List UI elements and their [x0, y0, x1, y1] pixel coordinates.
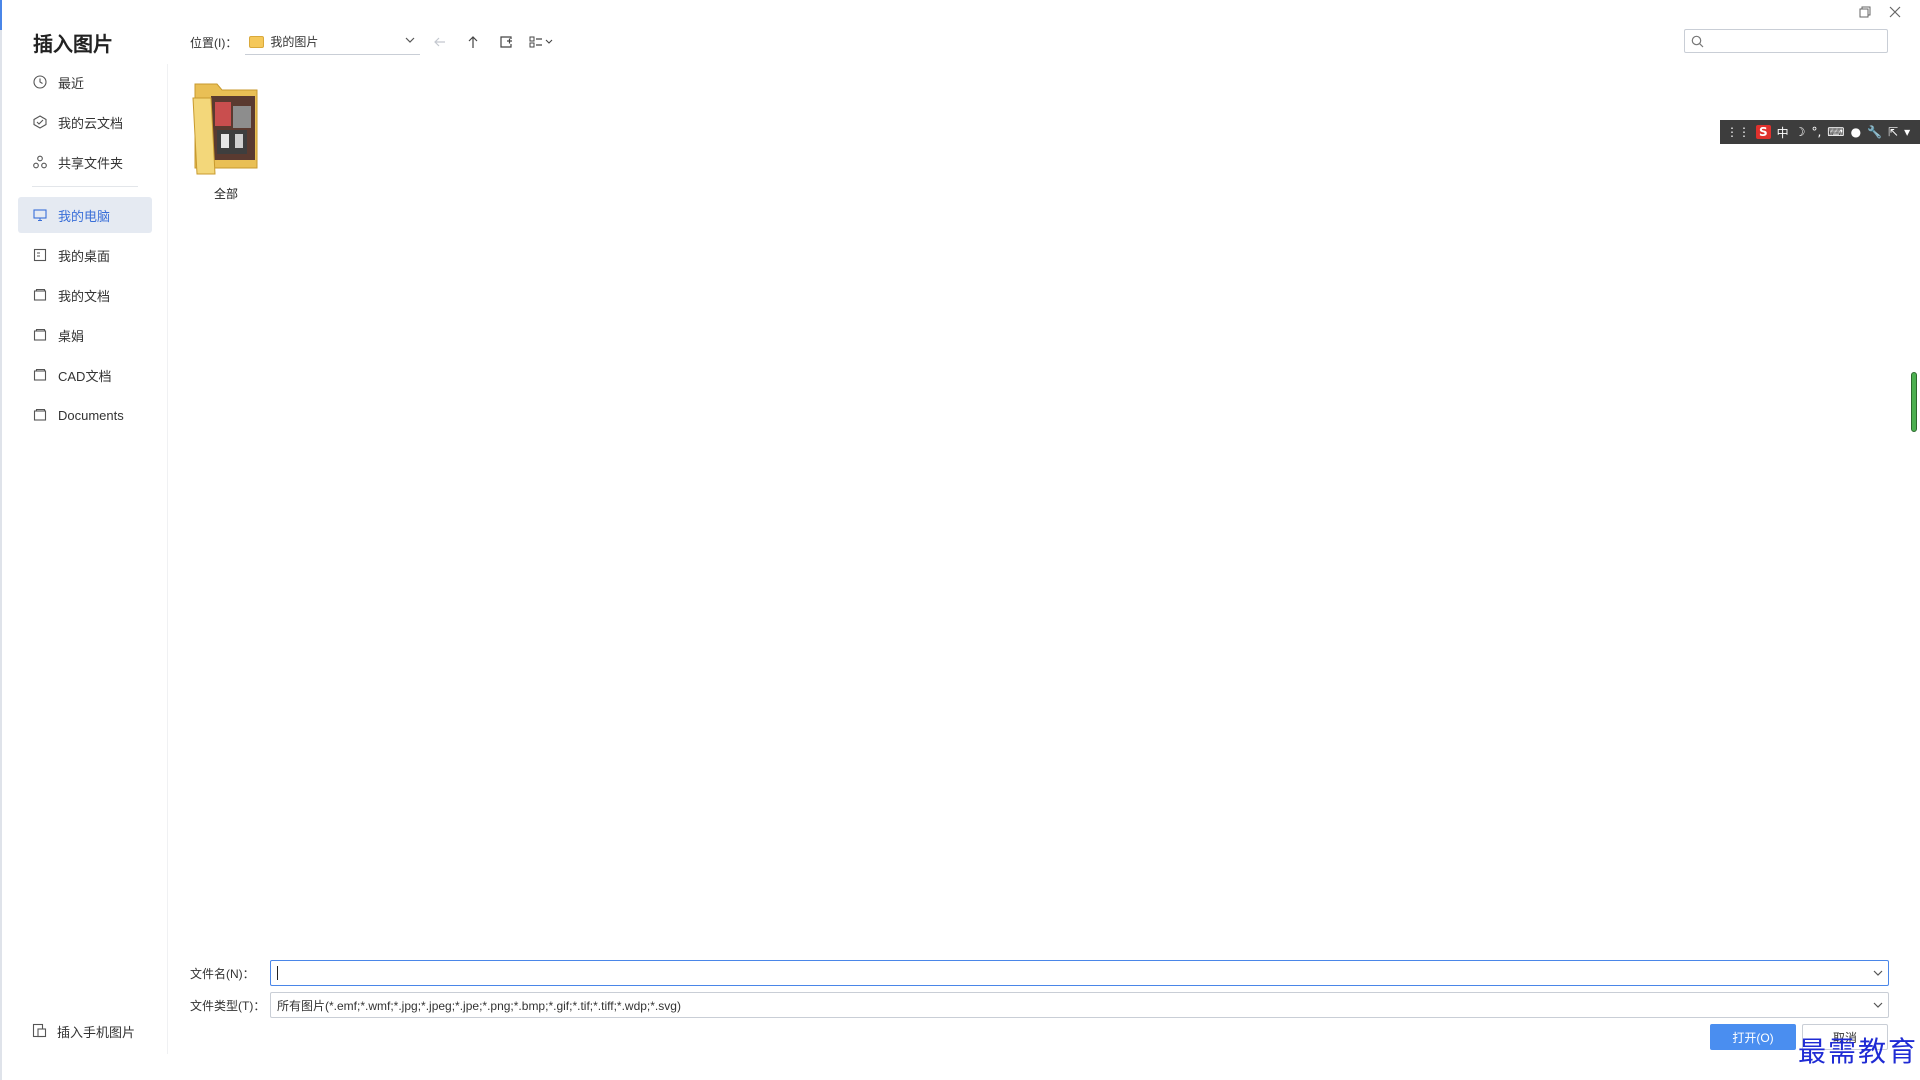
filetype-value: 所有图片(*.emf;*.wmf;*.jpg;*.jpeg;*.jpe;*.pn… — [277, 998, 681, 1013]
restore-button[interactable] — [1850, 2, 1880, 22]
filename-row: 文件名(N)： — [190, 960, 1889, 986]
menu-icon[interactable]: ▾ — [1904, 125, 1910, 139]
photo-folder-icon — [192, 83, 258, 175]
sidebar-item-label: 共享文件夹 — [58, 155, 124, 171]
sidebar-item-documents[interactable]: Documents — [18, 397, 152, 433]
folder-icon — [32, 407, 48, 423]
window-controls — [1850, 2, 1910, 22]
sidebar-item-cad-docs[interactable]: CAD文档 — [18, 357, 152, 393]
folder-name: 全部 — [213, 187, 238, 201]
restore-icon — [1859, 6, 1871, 18]
monitor-icon — [32, 207, 48, 223]
sidebar-item-label: 最近 — [58, 75, 85, 91]
search-box[interactable] — [1684, 29, 1888, 53]
up-folder-button[interactable] — [460, 29, 486, 55]
location-label: 位置(I)： — [190, 35, 238, 50]
sidebar-item-my-documents[interactable]: 我的文档 — [18, 277, 152, 313]
window-left-edge — [0, 0, 2, 1080]
insert-phone-image-button[interactable]: 插入手机图片 — [32, 1022, 135, 1041]
location-toolbar: 位置(I)： 我的图片 — [190, 28, 558, 56]
sidebar-item-zhuojuan[interactable]: 桌娟 — [18, 317, 152, 353]
filetype-select[interactable]: 所有图片(*.emf;*.wmf;*.jpg;*.jpeg;*.jpe;*.pn… — [270, 992, 1889, 1018]
filename-label: 文件名(N)： — [190, 966, 255, 981]
sidebar-item-label: 桌娟 — [58, 328, 85, 344]
scroll-indicator[interactable] — [1911, 372, 1917, 432]
search-input[interactable] — [1709, 32, 1883, 52]
wrench-icon[interactable]: 🔧 — [1867, 125, 1882, 139]
ime-mode[interactable]: 中 — [1777, 124, 1789, 141]
chevron-down-icon — [1873, 1002, 1883, 1008]
window-left-accent — [0, 0, 2, 30]
sidebar-item-label: 我的文档 — [58, 288, 111, 304]
sidebar-item-label: 我的电脑 — [58, 208, 111, 224]
filename-input[interactable] — [278, 966, 1838, 980]
moon-icon[interactable]: ☽ — [1795, 125, 1806, 139]
keyboard-icon[interactable]: ⌨ — [1827, 125, 1844, 139]
phone-image-icon — [32, 1023, 47, 1041]
arrow-up-icon — [468, 36, 478, 48]
search-icon — [1691, 35, 1704, 48]
filetype-row: 文件类型(T)： 所有图片(*.emf;*.wmf;*.jpg;*.jpeg;*… — [190, 992, 1889, 1018]
filetype-label: 文件类型(T)： — [190, 998, 266, 1013]
sidebar-item-recent[interactable]: 最近 — [18, 64, 152, 100]
insert-phone-image-label: 插入手机图片 — [57, 1025, 136, 1040]
grip-icon: ⋮⋮ — [1726, 125, 1750, 139]
sidebar-item-label: CAD文档 — [58, 368, 112, 384]
sidebar-divider — [32, 186, 138, 187]
folder-icon — [32, 367, 48, 383]
sidebar-item-label: 我的桌面 — [58, 248, 111, 264]
folder-item[interactable]: 全部 — [182, 76, 270, 202]
sogou-logo-icon: S — [1756, 125, 1771, 139]
close-button[interactable] — [1880, 2, 1910, 22]
new-folder-button[interactable] — [493, 29, 519, 55]
sidebar: 最近 我的云文档 共享文件夹 我的电脑 我的桌面 我的文档 桌娟 CAD文档 D… — [18, 64, 152, 437]
sidebar-item-shared-folder[interactable]: 共享文件夹 — [18, 144, 152, 180]
view-mode-button[interactable] — [526, 29, 558, 55]
sidebar-item-my-desktop[interactable]: 我的桌面 — [18, 237, 152, 273]
dialog-title: 插入图片 — [33, 34, 113, 56]
open-button[interactable]: 打开(O) — [1710, 1024, 1796, 1050]
folder-icon — [32, 287, 48, 303]
external-icon[interactable]: ⇱ — [1888, 125, 1898, 139]
arrow-left-icon — [434, 37, 446, 47]
user-icon[interactable]: ● — [1851, 125, 1861, 139]
desktop-icon — [32, 247, 48, 263]
sidebar-item-my-computer[interactable]: 我的电脑 — [18, 197, 152, 233]
list-view-icon — [529, 36, 553, 48]
sidebar-item-label: Documents — [58, 407, 124, 423]
filename-combobox[interactable] — [270, 960, 1889, 986]
punctuation-icon[interactable]: °, — [1811, 125, 1821, 139]
folder-icon — [32, 327, 48, 343]
sidebar-item-cloud-docs[interactable]: 我的云文档 — [18, 104, 152, 140]
clock-icon — [32, 74, 48, 90]
folder-icon — [249, 35, 265, 48]
cloud-doc-icon — [32, 114, 48, 130]
sidebar-divider-line — [167, 64, 168, 1054]
location-value: 我的图片 — [270, 35, 319, 49]
chevron-down-icon[interactable] — [1872, 967, 1884, 979]
watermark-text: 最需教育 — [1798, 1035, 1919, 1068]
ime-toolbar[interactable]: ⋮⋮ S 中 ☽ °, ⌨ ● 🔧 ⇱ ▾ — [1720, 120, 1920, 144]
chevron-down-icon — [405, 37, 415, 43]
location-dropdown[interactable]: 我的图片 — [245, 29, 421, 55]
share-icon — [32, 154, 48, 170]
back-button[interactable] — [427, 29, 453, 55]
sidebar-item-label: 我的云文档 — [58, 115, 124, 131]
close-icon — [1889, 6, 1901, 18]
refresh-folder-icon — [500, 36, 512, 48]
